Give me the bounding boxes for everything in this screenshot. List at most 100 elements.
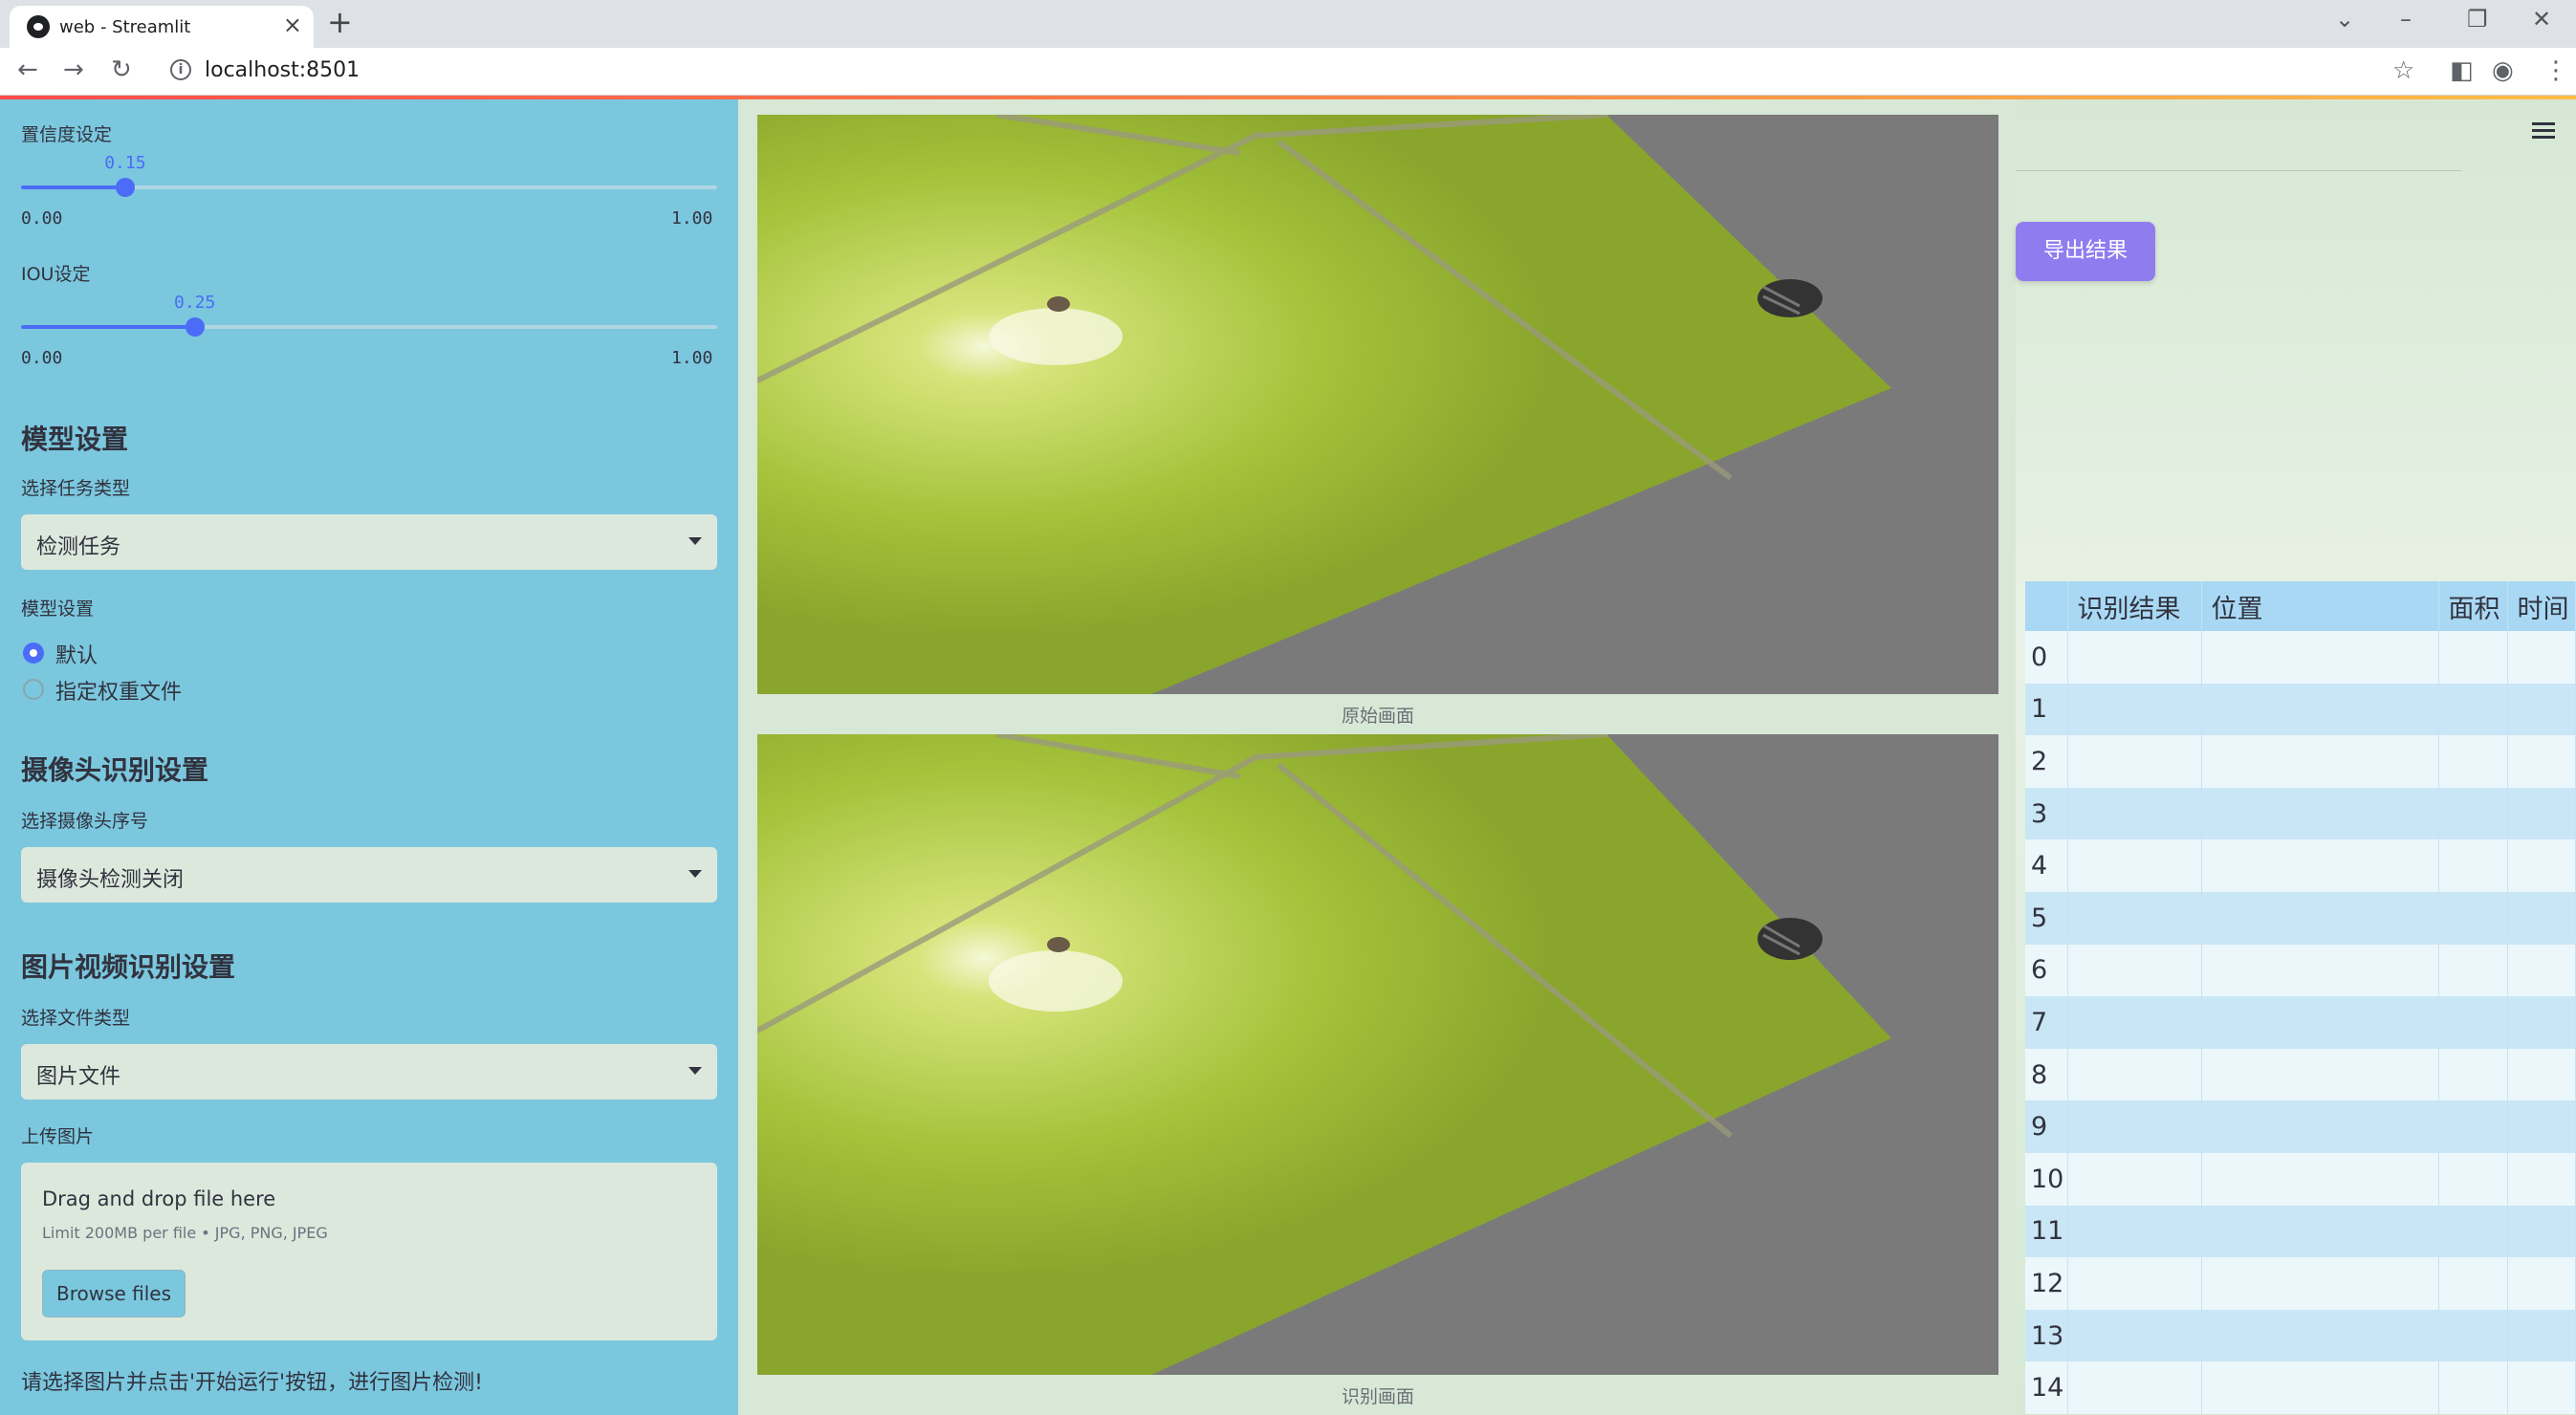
hamburger-menu-icon[interactable]	[2532, 122, 2555, 140]
table-cell-position	[2201, 735, 2439, 788]
iou-value: 0.25	[174, 293, 216, 313]
confidence-slider[interactable]	[21, 178, 717, 197]
upload-limit: Limit 200MB per file • JPG, PNG, JPEG	[42, 1224, 328, 1242]
camera-index-select[interactable]: 摄像头检测关闭	[21, 847, 717, 903]
chevron-down-icon	[688, 870, 702, 878]
table-cell-position	[2201, 891, 2439, 945]
confidence-min: 0.00	[21, 208, 63, 229]
table-cell-time	[2507, 1100, 2576, 1153]
browse-files-button[interactable]: Browse files	[42, 1270, 186, 1317]
table-cell-time	[2507, 1152, 2576, 1206]
original-image	[757, 115, 1998, 694]
table-cell-position	[2201, 1361, 2439, 1414]
table-row[interactable]: 10	[2025, 1152, 2576, 1206]
table-row[interactable]: 2	[2025, 735, 2576, 788]
table-row[interactable]: 8	[2025, 1048, 2576, 1101]
table-row[interactable]: 5	[2025, 891, 2576, 945]
reload-icon[interactable]: ↻	[111, 55, 132, 84]
table-cell-area	[2438, 1361, 2508, 1414]
task-type-value: 检测任务	[36, 535, 121, 559]
result-caption: 识别画面	[1341, 1386, 1414, 1407]
table-cell-result	[2067, 787, 2202, 840]
iou-max: 1.00	[671, 348, 713, 368]
table-cell-area	[2438, 683, 2508, 736]
col-header-result[interactable]: 识别结果	[2067, 581, 2202, 631]
table-cell-index: 3	[2025, 787, 2068, 840]
table-cell-position	[2201, 1309, 2439, 1362]
browser-tab-bar: web - Streamlit × + ⌄ – ❐ ✕	[0, 0, 2576, 48]
file-type-select[interactable]: 图片文件	[21, 1044, 717, 1099]
table-cell-time	[2507, 683, 2576, 736]
back-icon[interactable]: ←	[17, 55, 38, 84]
table-cell-position	[2201, 944, 2439, 997]
browser-tab[interactable]: web - Streamlit ×	[10, 6, 314, 48]
confidence-value: 0.15	[104, 153, 146, 173]
table-cell-result	[2067, 944, 2202, 997]
confidence-slider-thumb[interactable]	[116, 178, 136, 197]
close-window-icon[interactable]: ✕	[2532, 6, 2551, 33]
site-info-icon[interactable]: i	[170, 59, 191, 80]
table-row[interactable]: 7	[2025, 996, 2576, 1049]
table-cell-result	[2067, 1309, 2202, 1362]
export-results-button[interactable]: 导出结果	[2016, 222, 2155, 281]
file-uploader-dropzone[interactable]: Drag and drop file here Limit 200MB per …	[21, 1163, 717, 1340]
table-cell-time	[2507, 787, 2576, 840]
table-cell-area	[2438, 1048, 2508, 1101]
radio-default-label[interactable]: 默认	[55, 639, 98, 669]
table-row[interactable]: 12	[2025, 1257, 2576, 1310]
table-header-row: 识别结果 位置 面积 时间	[2025, 581, 2576, 631]
table-cell-time	[2507, 735, 2576, 788]
table-cell-time	[2507, 996, 2576, 1049]
iou-min: 0.00	[21, 348, 63, 368]
table-cell-area	[2438, 1152, 2508, 1206]
more-menu-icon[interactable]: ⋮	[2543, 56, 2568, 85]
url-field[interactable]: localhost:8501	[205, 58, 360, 82]
forward-icon[interactable]: →	[63, 55, 84, 84]
table-row[interactable]: 3	[2025, 787, 2576, 840]
confidence-slider-fill	[21, 185, 126, 189]
table-cell-position	[2201, 996, 2439, 1049]
table-row[interactable]: 6	[2025, 944, 2576, 997]
iou-slider[interactable]	[21, 317, 717, 337]
iou-slider-thumb[interactable]	[186, 317, 205, 337]
table-cell-index: 2	[2025, 735, 2068, 788]
table-row[interactable]: 1	[2025, 683, 2576, 736]
table-cell-area	[2438, 735, 2508, 788]
radio-weight-file[interactable]	[23, 679, 44, 700]
minimize-icon[interactable]: –	[2400, 6, 2412, 33]
bookmark-star-icon[interactable]: ☆	[2392, 56, 2414, 85]
restore-icon[interactable]: ❐	[2467, 6, 2488, 33]
col-header-area[interactable]: 面积	[2438, 581, 2508, 631]
table-cell-result	[2067, 1048, 2202, 1101]
table-row[interactable]: 13	[2025, 1309, 2576, 1362]
radio-weight-file-label[interactable]: 指定权重文件	[55, 675, 182, 706]
table-cell-position	[2201, 787, 2439, 840]
col-header-index[interactable]	[2025, 581, 2068, 631]
task-type-select[interactable]: 检测任务	[21, 514, 717, 570]
new-tab-icon[interactable]: +	[327, 4, 353, 40]
table-cell-position	[2201, 1257, 2439, 1310]
file-type-value: 图片文件	[36, 1065, 121, 1089]
table-cell-area	[2438, 1309, 2508, 1362]
radio-default[interactable]	[23, 642, 44, 664]
media-settings-heading: 图片视频识别设置	[21, 951, 236, 983]
sidebar-instruction: 请选择图片并点击'开始运行'按钮，进行图片检测!	[21, 1371, 483, 1395]
table-row[interactable]: 4	[2025, 839, 2576, 892]
table-cell-area	[2438, 891, 2508, 945]
profile-icon[interactable]: ◉	[2492, 56, 2514, 85]
close-tab-icon[interactable]: ×	[283, 11, 302, 38]
col-header-position[interactable]: 位置	[2201, 581, 2439, 631]
table-row[interactable]: 0	[2025, 631, 2576, 684]
table-cell-position	[2201, 1152, 2439, 1206]
table-cell-index: 1	[2025, 683, 2068, 736]
tab-search-icon[interactable]: ⌄	[2335, 6, 2354, 33]
side-panel-icon[interactable]: ◧	[2450, 56, 2474, 85]
table-cell-result	[2067, 1361, 2202, 1414]
iou-slider-fill	[21, 325, 195, 329]
chevron-down-icon	[688, 1067, 702, 1075]
table-row[interactable]: 9	[2025, 1100, 2576, 1153]
table-cell-area	[2438, 787, 2508, 840]
col-header-time[interactable]: 时间	[2507, 581, 2576, 631]
table-row[interactable]: 14	[2025, 1361, 2576, 1414]
table-row[interactable]: 11	[2025, 1205, 2576, 1258]
